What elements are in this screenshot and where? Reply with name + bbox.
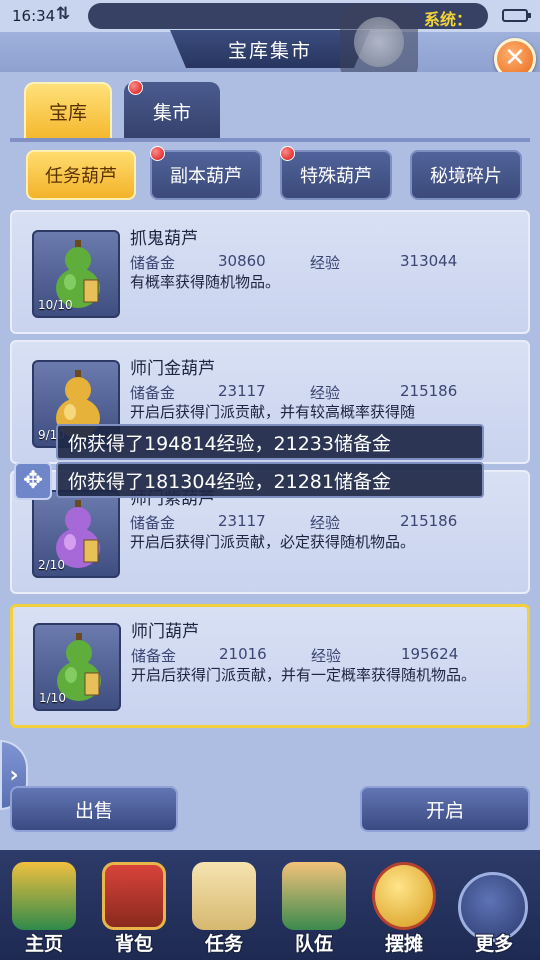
item-name: 师门金葫芦 <box>130 359 215 379</box>
tab-divider <box>10 138 530 142</box>
stat-value: 215186 <box>400 382 458 400</box>
subtab-label: 任务葫芦 <box>45 166 117 187</box>
battery-icon <box>502 9 531 22</box>
item-name: 师门葫芦 <box>131 622 199 642</box>
item-description: 有概率获得随机物品。 <box>130 273 281 291</box>
stat-label: 经验 <box>311 647 342 665</box>
open-button[interactable]: 开启 <box>360 786 530 832</box>
nav-label: 主页 <box>24 933 63 955</box>
house-icon <box>12 862 76 930</box>
item-count: 10/10 <box>38 298 73 312</box>
coin-stall-icon <box>372 862 436 930</box>
tab-label: 集市 <box>152 101 191 124</box>
chest-icon <box>102 862 166 930</box>
stat-label: 经验 <box>310 384 341 402</box>
team-icon <box>282 862 346 930</box>
subtab-dungeon-gourd[interactable]: 副本葫芦 <box>150 150 262 200</box>
notification-dot-icon <box>128 80 143 95</box>
nav-bag[interactable]: 背包 <box>92 862 176 960</box>
stat-value: 23117 <box>218 382 266 400</box>
sell-button[interactable]: 出售 <box>10 786 178 832</box>
network-arrows-icon: ⇅ <box>56 4 71 24</box>
stat-label: 经验 <box>310 514 341 532</box>
nav-label: 更多 <box>474 933 513 955</box>
nav-more[interactable]: 更多 <box>452 862 536 960</box>
status-bar: 16:34 ⇅ 系统： <box>0 0 540 32</box>
stat-label: 经验 <box>310 254 341 272</box>
reward-toast: 你获得了194814经验，21233储备金 <box>56 424 484 460</box>
tab-treasury[interactable]: 宝库 <box>24 82 112 140</box>
nav-label: 队伍 <box>294 933 333 955</box>
status-time: 16:34 <box>12 7 56 25</box>
gourd-green-icon: 1/10 <box>33 623 121 711</box>
stat-value: 313044 <box>400 252 458 270</box>
nav-stall[interactable]: 摆摊 <box>362 862 446 960</box>
gourd-ghost-icon: 10/10 <box>32 230 120 318</box>
nav-quest[interactable]: 任务 <box>182 862 266 960</box>
subtab-secret-fragments[interactable]: 秘境碎片 <box>410 150 522 200</box>
subtab-label: 秘境碎片 <box>430 166 502 187</box>
stat-label: 储备金 <box>130 514 176 532</box>
notification-dot-icon <box>280 146 295 161</box>
item-count: 2/10 <box>38 558 65 572</box>
move-arrows-icon[interactable]: ✥ <box>14 462 52 500</box>
stat-label: 储备金 <box>130 254 176 272</box>
item-description: 开启后获得门派贡献，并有一定概率获得随机物品。 <box>131 666 477 684</box>
gourd-purple-icon: 2/10 <box>32 490 120 578</box>
tab-label: 宝库 <box>48 101 87 124</box>
nav-home[interactable]: 主页 <box>2 862 86 960</box>
subtab-label: 特殊葫芦 <box>300 166 372 187</box>
stat-value: 23117 <box>218 512 266 530</box>
stat-label: 储备金 <box>130 384 176 402</box>
reward-toast: 你获得了181304经验，21281储备金 <box>56 462 484 498</box>
item-card[interactable]: 10/10 抓鬼葫芦 储备金 30860 经验 313044 有概率获得随机物品… <box>10 210 530 334</box>
nav-team[interactable]: 队伍 <box>272 862 356 960</box>
scroll-icon <box>192 862 256 930</box>
item-name: 抓鬼葫芦 <box>130 229 198 249</box>
subtab-label: 副本葫芦 <box>170 166 242 187</box>
stat-value: 21016 <box>219 645 267 663</box>
stat-value: 215186 <box>400 512 458 530</box>
notification-dot-icon <box>150 146 165 161</box>
nav-label: 任务 <box>204 933 243 955</box>
nav-label: 背包 <box>114 933 153 955</box>
item-description: 开启后获得门派贡献，必定获得随机物品。 <box>130 533 416 551</box>
sell-label: 出售 <box>74 799 113 822</box>
chevron-right-icon: › <box>9 762 19 788</box>
system-label: 系统： <box>424 10 473 29</box>
open-label: 开启 <box>425 799 464 822</box>
stat-value: 30860 <box>218 252 266 270</box>
subtab-special-gourd[interactable]: 特殊葫芦 <box>280 150 392 200</box>
joystick-overlay[interactable] <box>340 4 418 80</box>
stat-value: 195624 <box>401 645 459 663</box>
item-count: 1/10 <box>39 691 66 705</box>
stat-label: 储备金 <box>131 647 177 665</box>
nav-label: 摆摊 <box>384 933 423 955</box>
item-description: 开启后获得门派贡献，并有较高概率获得随 <box>130 403 416 421</box>
item-card-selected[interactable]: 1/10 师门葫芦 储备金 21016 经验 195624 开启后获得门派贡献，… <box>10 604 530 728</box>
subtab-task-gourd[interactable]: 任务葫芦 <box>26 150 136 200</box>
